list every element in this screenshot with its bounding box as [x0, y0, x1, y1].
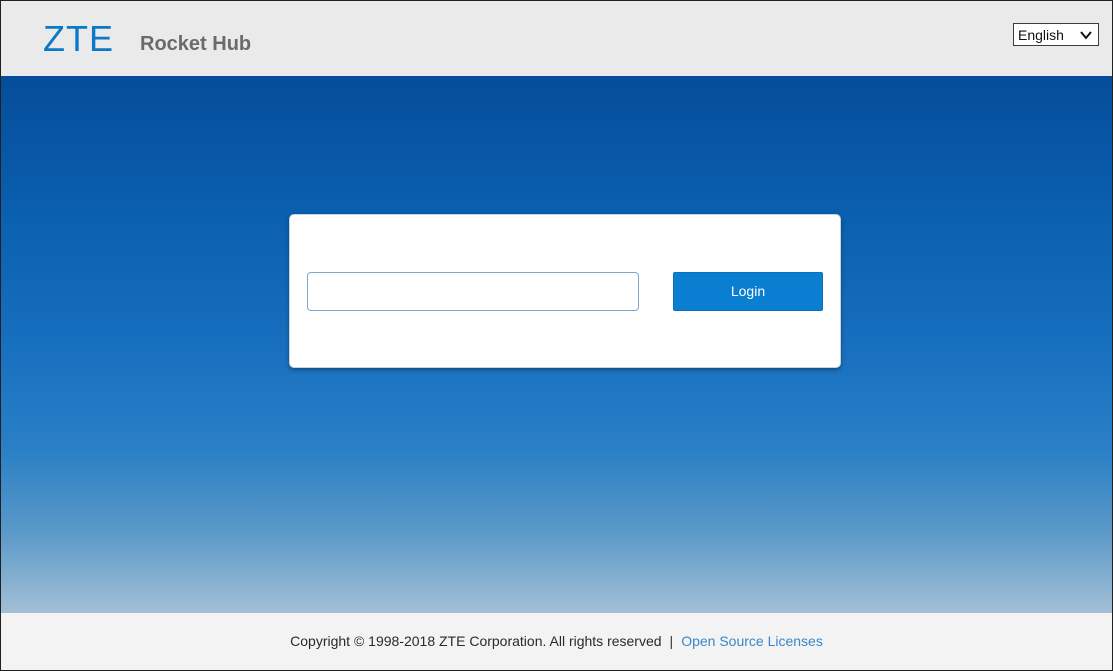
- password-input[interactable]: [307, 272, 639, 311]
- copyright-text: Copyright © 1998-2018 ZTE Corporation. A…: [290, 633, 662, 649]
- login-card: Login: [289, 214, 841, 368]
- zte-logo: ZTE: [43, 18, 114, 59]
- hero-background: Login: [1, 76, 1112, 613]
- login-button[interactable]: Login: [673, 272, 823, 311]
- chevron-down-icon: [1080, 31, 1092, 40]
- footer-separator: |: [669, 633, 674, 649]
- language-select[interactable]: English: [1013, 23, 1099, 46]
- header-bar: ZTE Rocket Hub English: [1, 1, 1112, 76]
- open-source-licenses-link[interactable]: Open Source Licenses: [681, 633, 823, 649]
- language-select-value: English: [1018, 27, 1064, 43]
- page-frame: ZTE Rocket Hub English Login Copyright ©…: [0, 0, 1113, 671]
- footer-bar: Copyright © 1998-2018 ZTE Corporation. A…: [1, 613, 1112, 670]
- product-name: Rocket Hub: [140, 33, 252, 55]
